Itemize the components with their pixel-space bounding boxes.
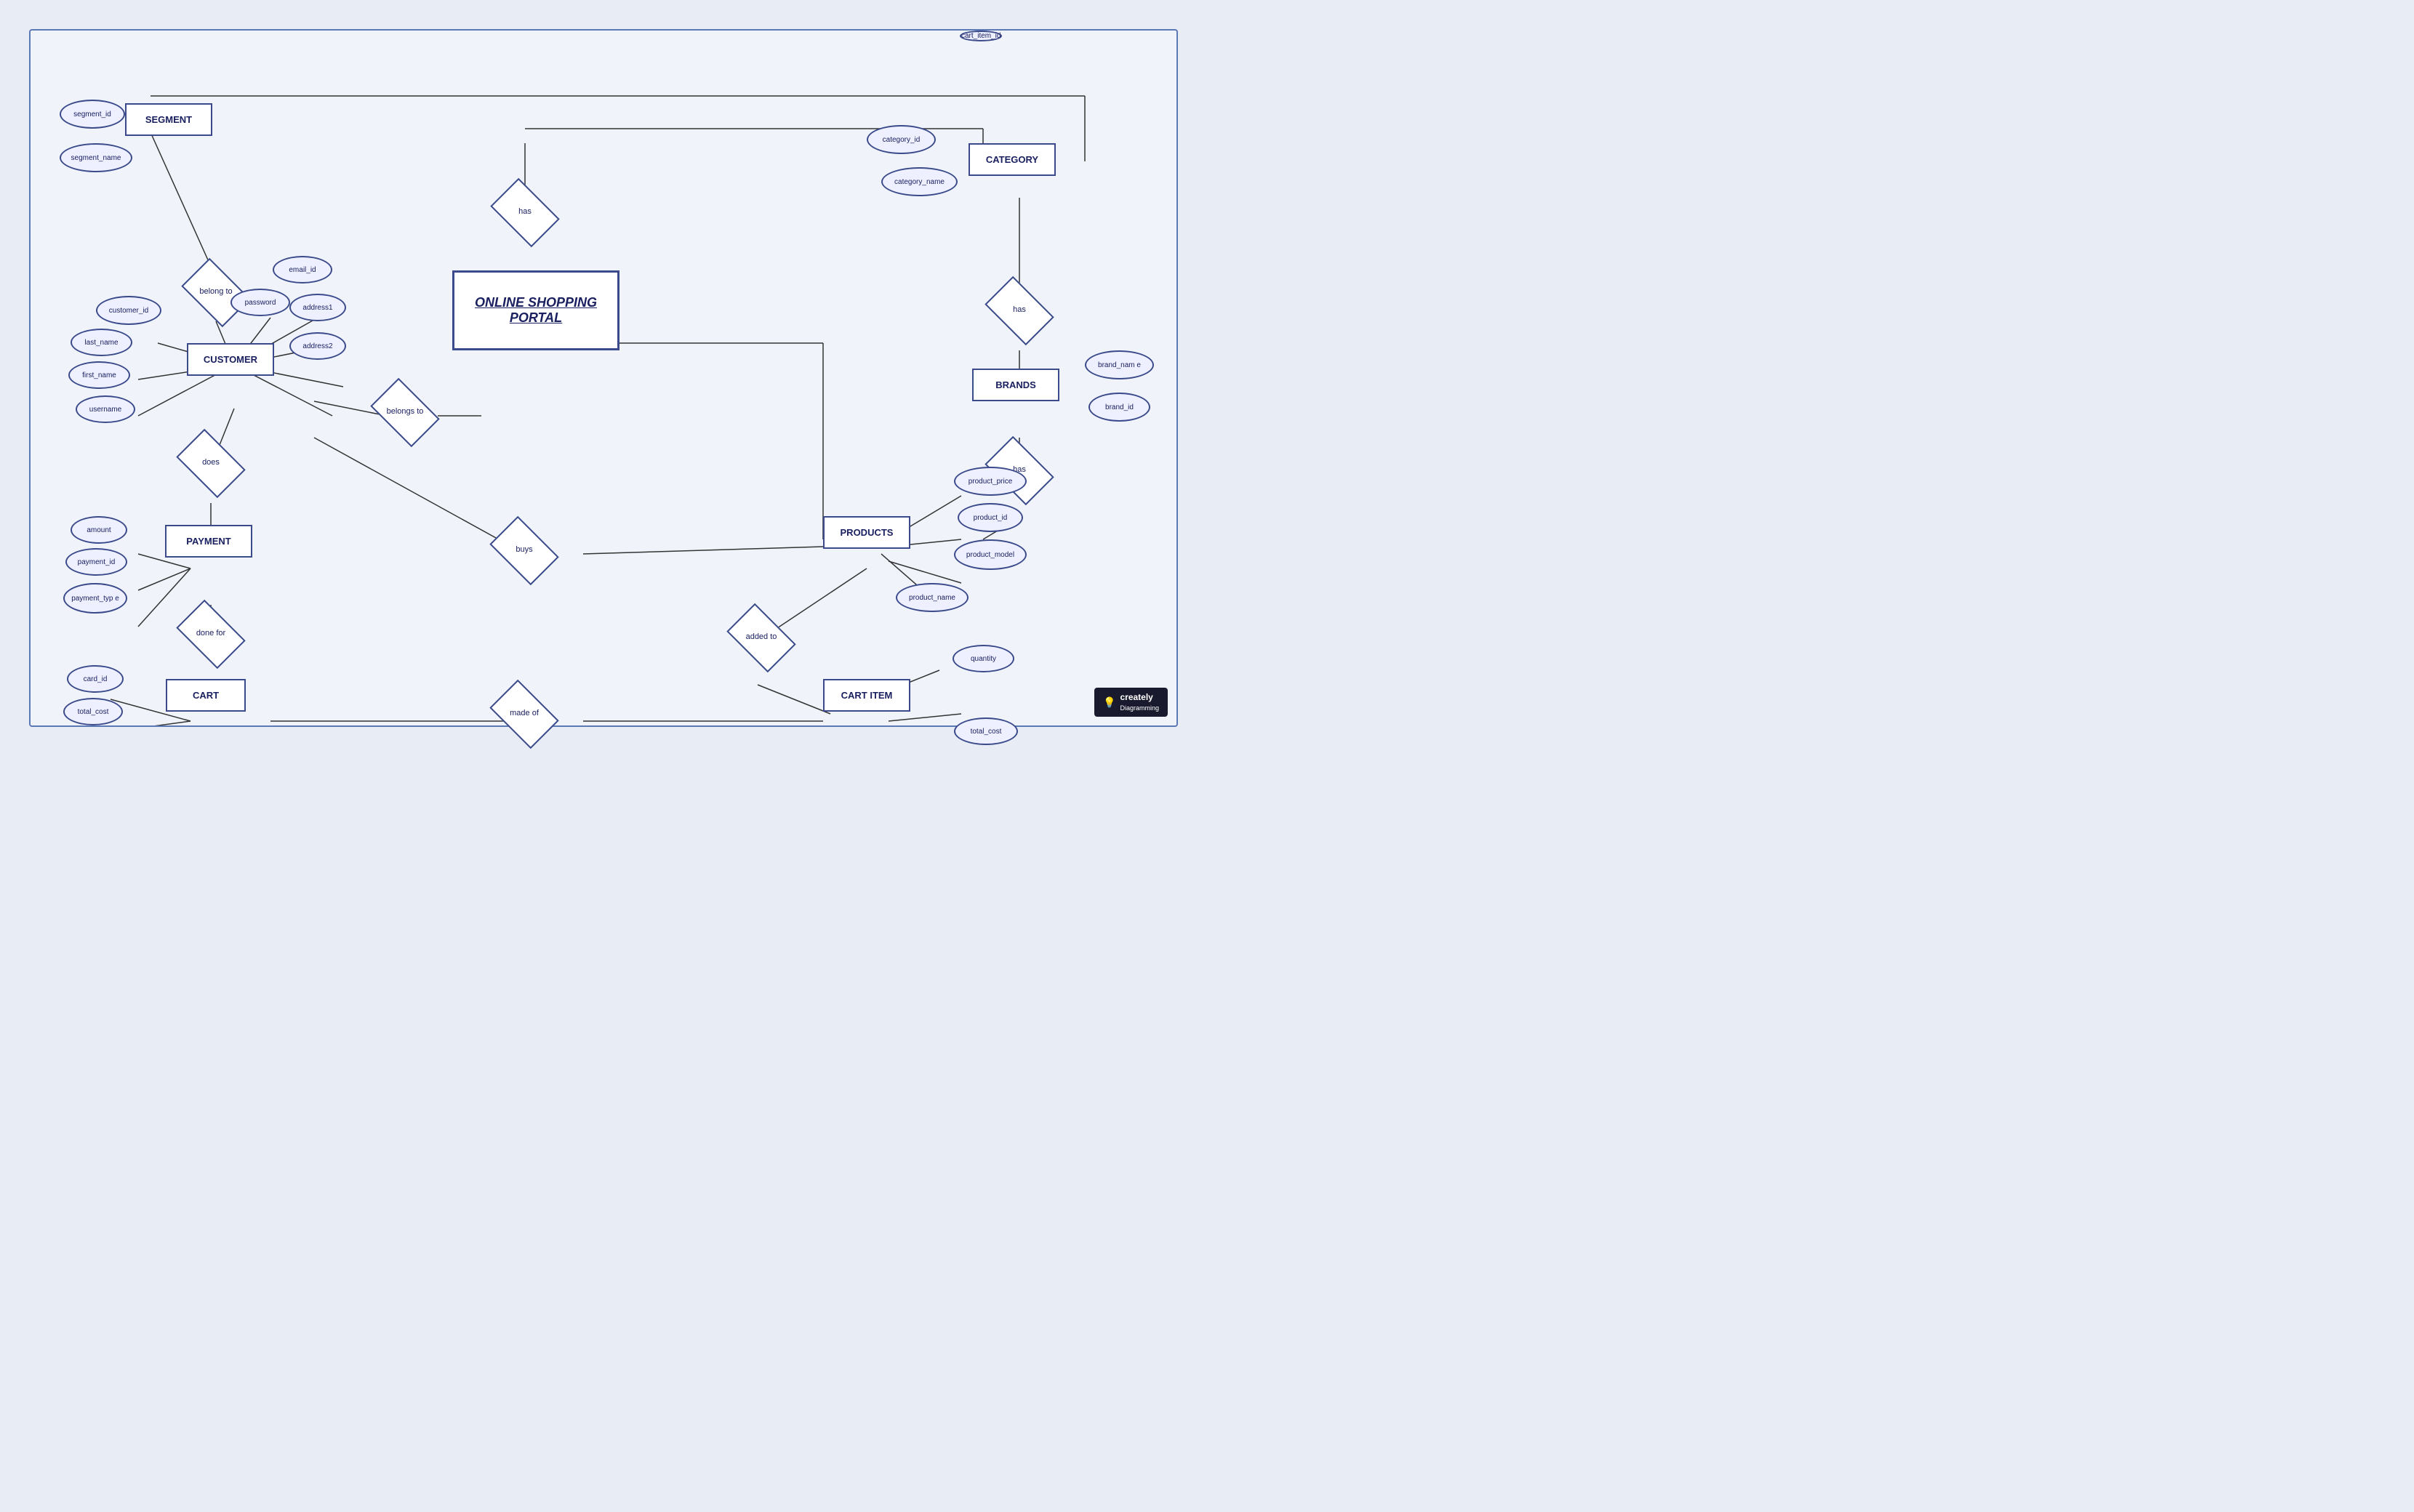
attr-payment-type: payment_typ e [63,583,127,614]
attr-last-name: last_name [71,329,132,356]
attr-cart-item-id: cart_item_id [960,31,1002,41]
relationship-has-top: has [492,190,558,234]
entity-customer: CUSTOMER [187,343,274,376]
entity-category: CATEGORY [969,143,1056,176]
attr-quantity: quantity [953,645,1014,672]
attr-brand-id: brand_id [1088,393,1150,422]
attr-product-price: product_price [954,467,1027,496]
attr-product-id: product_id [958,503,1023,532]
attr-username: username [76,395,135,423]
relationship-does: does [178,441,244,485]
bulb-icon: 💡 [1103,696,1115,709]
attr-product-model: product_model [954,539,1027,570]
attr-card-id: card_id [67,665,124,693]
attr-total-cost-ci: total_cost [954,717,1018,745]
creately-badge: 💡 createlyDiagramming [1094,688,1168,717]
attr-category-name: category_name [881,167,958,196]
relationship-belongs-to: belongs to [372,390,438,434]
attr-address2: address2 [289,332,346,360]
attr-segment-id: segment_id [60,100,125,129]
entity-brands: BRANDS [972,369,1059,401]
attr-first-name: first_name [68,361,130,389]
attr-customer-id: customer_id [96,296,161,325]
relationship-buys: buys [492,528,557,572]
attr-brand-name: brand_nam e [1085,350,1154,379]
diagram-canvas: ONLINE SHOPPING PORTAL SEGMENT segment_i… [29,29,1178,727]
attr-payment-id: payment_id [65,548,127,576]
relationship-done-for: done for [178,612,244,656]
attr-segment-name: segment_name [60,143,132,172]
relationship-added-to: added to [729,616,794,659]
entity-payment: PAYMENT [165,525,252,558]
relationship-made-of: made of [492,692,557,736]
relationship-has-brands: has [987,289,1052,332]
attr-amount: amount [71,516,127,544]
entity-cart-item: CART ITEM [823,679,910,712]
attr-email-id: email_id [273,256,332,284]
entity-cart: CART [166,679,246,712]
entity-segment: SEGMENT [125,103,212,136]
main-title: ONLINE SHOPPING PORTAL [452,270,619,350]
attr-total-cost-cart: total_cost [63,698,123,725]
attr-product-name: product_name [896,583,969,612]
attr-category-id: category_id [867,125,936,154]
attr-password: password [230,289,290,316]
entity-products: PRODUCTS [823,516,910,549]
attr-address1: address1 [289,294,346,321]
